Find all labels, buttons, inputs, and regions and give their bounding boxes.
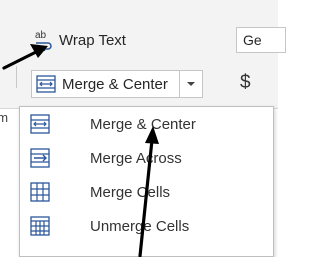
- merge-center-button[interactable]: Merge & Center: [31, 70, 203, 98]
- menu-item-label: Merge & Center: [90, 115, 196, 133]
- wrap-icon-text: ab: [35, 30, 47, 41]
- wrap-text-label: Wrap Text: [59, 31, 126, 49]
- merge-dropdown-toggle[interactable]: [179, 71, 202, 97]
- menu-item-merge-center[interactable]: Merge & Center: [20, 107, 273, 141]
- merge-center-label: Merge & Center: [62, 75, 168, 93]
- merge-cells-icon: [30, 182, 50, 202]
- merge-center-icon: [36, 75, 56, 93]
- merge-across-icon: [30, 148, 50, 168]
- menu-item-merge-across[interactable]: Merge Across: [20, 141, 273, 175]
- wrap-text-button[interactable]: ab Wrap Text: [34, 24, 174, 56]
- number-format-box[interactable]: Ge: [236, 27, 286, 53]
- merge-center-icon: [30, 114, 50, 134]
- ribbon-separator: [16, 66, 17, 88]
- menu-item-label: Unmerge Cells: [90, 217, 190, 235]
- menu-item-merge-cells[interactable]: Merge Cells: [20, 175, 273, 209]
- currency-button[interactable]: $: [240, 72, 251, 94]
- wrap-text-icon: ab: [35, 30, 52, 51]
- chevron-down-icon: [187, 82, 195, 86]
- menu-item-label: Merge Cells: [90, 183, 171, 201]
- menu-item-unmerge-cells[interactable]: Unmerge Cells: [20, 209, 273, 243]
- merge-dropdown-menu: Merge & Center Merge Across Merge Cells: [19, 106, 274, 257]
- menu-item-label: Merge Across: [90, 149, 182, 167]
- unmerge-cells-icon: [30, 216, 50, 236]
